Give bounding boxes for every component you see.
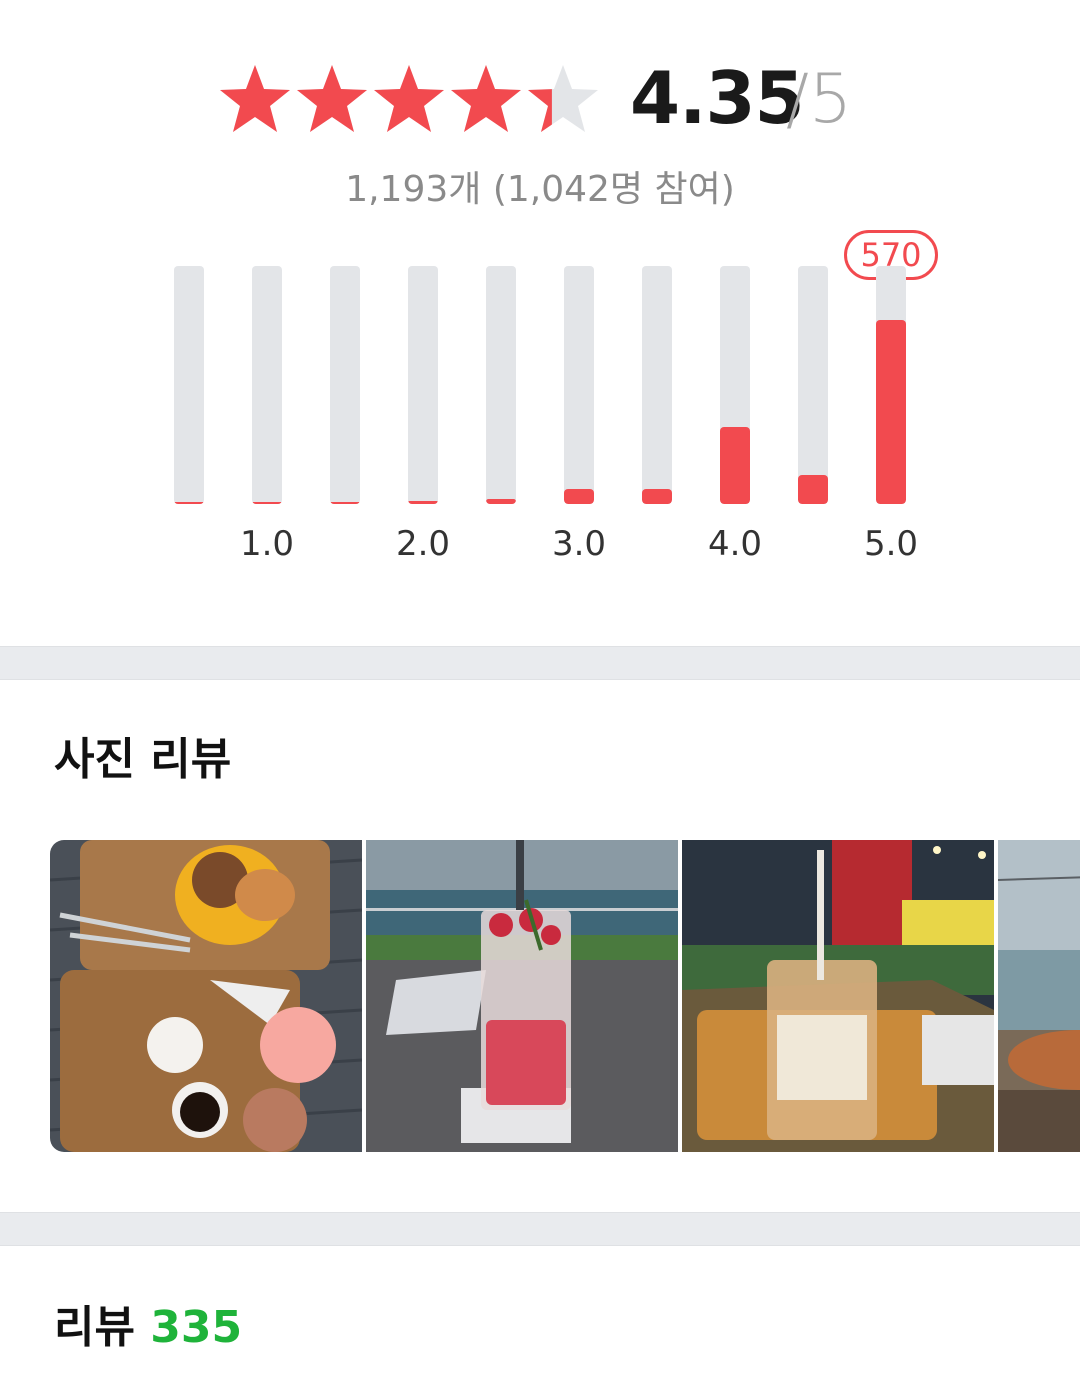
- histogram-bar-fill: [486, 499, 516, 504]
- histogram-tick-label: 1.0: [239, 524, 295, 564]
- star-icon: [218, 62, 292, 136]
- histogram-bar-fill: [564, 488, 594, 504]
- histogram-bar: [408, 266, 438, 504]
- rating-stars: [218, 62, 598, 136]
- night-drink-photo[interactable]: [682, 840, 994, 1152]
- histogram-bar: [330, 266, 360, 504]
- photo-review-strip[interactable]: [50, 840, 1080, 1152]
- histogram-tick-label: 4.0: [707, 524, 763, 564]
- seaside-pastry-photo[interactable]: [998, 840, 1080, 1152]
- star-icon: [295, 62, 369, 136]
- histogram-bar: [486, 266, 516, 504]
- rating-max: /5: [786, 60, 853, 139]
- histogram-tick-label: 2.0: [395, 524, 451, 564]
- histogram-bar: [720, 266, 750, 504]
- bakery-tray-photo[interactable]: [50, 840, 362, 1152]
- histogram-bar: [564, 266, 594, 504]
- histogram-bar: [876, 266, 906, 504]
- rating-summary: 1,193개 (1,042명 참여): [345, 169, 735, 210]
- review-header: 리뷰 335: [54, 1298, 242, 1358]
- histogram-bar-fill: [876, 320, 906, 504]
- section-divider: [0, 646, 1080, 680]
- histogram-bar-fill: [330, 502, 360, 504]
- section-divider: [0, 1212, 1080, 1246]
- histogram-bar: [642, 266, 672, 504]
- review-title: 리뷰: [54, 1302, 135, 1353]
- histogram-tick-label: 3.0: [551, 524, 607, 564]
- histogram-bar-fill: [642, 489, 672, 504]
- histogram-bar: [174, 266, 204, 504]
- rating-histogram: 570 1.0 2.0 3.0 4.0 5.0: [0, 230, 1080, 590]
- histogram-bar-fill: [720, 427, 750, 504]
- rating-score: 4.35: [630, 56, 805, 140]
- histogram-bar: [798, 266, 828, 504]
- star-icon: [372, 62, 446, 136]
- strawberry-soda-photo[interactable]: [366, 840, 678, 1152]
- histogram-bar-fill: [252, 502, 282, 504]
- histogram-bar-fill: [408, 501, 438, 504]
- photo-review-title: 사진 리뷰: [54, 734, 232, 785]
- histogram-bar: [252, 266, 282, 504]
- star-icon: [449, 62, 523, 136]
- histogram-bar-fill: [798, 474, 828, 504]
- histogram-tick-label: 5.0: [863, 524, 919, 564]
- review-count: 335: [150, 1302, 243, 1353]
- histogram-bar-fill: [174, 502, 204, 504]
- star-icon: [526, 62, 600, 136]
